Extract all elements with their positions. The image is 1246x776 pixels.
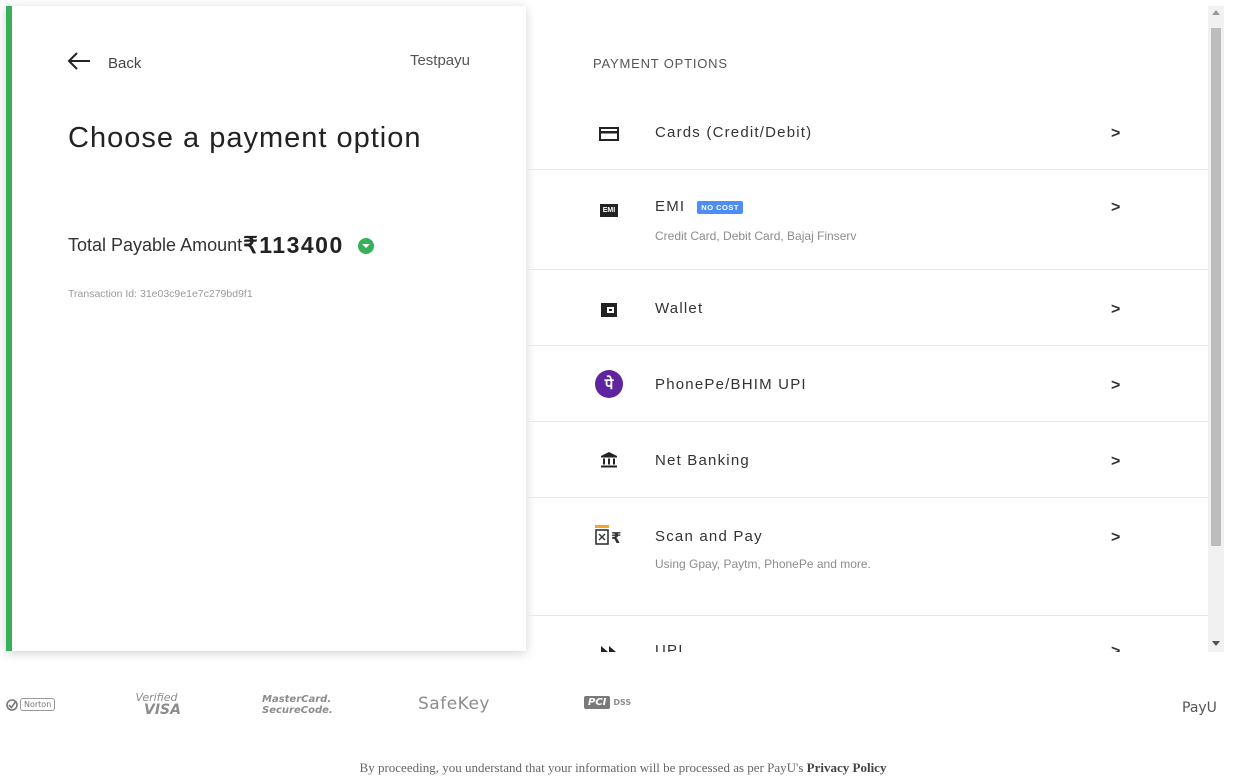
merchant-name: Testpayu (409, 52, 470, 69)
mastercard-securecode-logo: MasterCard. SecureCode. (262, 694, 333, 716)
option-label: Net Banking (655, 452, 750, 469)
option-label: UPI (655, 642, 684, 652)
chevron-right-icon: > (1111, 301, 1121, 318)
verified-by-visa-logo: Verified VISA (135, 691, 181, 718)
option-phonepe[interactable]: पे PhonePe/BHIM UPI > (527, 346, 1208, 422)
chevron-right-icon: > (1111, 377, 1121, 394)
chevron-right-icon: > (1111, 199, 1121, 216)
chevron-right-icon: > (1111, 529, 1121, 546)
option-label: Wallet (655, 300, 704, 317)
option-label: Scan and Pay (655, 528, 763, 545)
payment-options-panel: PAYMENT OPTIONS Cards (Credit/Debit) > E… (527, 0, 1208, 652)
option-upi[interactable]: UPI > (527, 616, 1208, 652)
option-label: Cards (Credit/Debit) (655, 124, 813, 141)
back-button[interactable]: Back (66, 50, 141, 77)
option-cards[interactable]: Cards (Credit/Debit) > (527, 96, 1208, 170)
back-label: Back (108, 55, 142, 72)
scroll-down-arrow-icon[interactable] (1212, 641, 1220, 646)
order-summary-panel: Back Testpayu Choose a payment option To… (6, 6, 526, 651)
security-logos: Norton Verified VISA MasterCard. SecureC… (0, 690, 1246, 730)
scrollbar-thumb[interactable] (1211, 28, 1221, 546)
card-icon (597, 122, 621, 146)
no-cost-badge: NO COST (697, 200, 743, 214)
transaction-id: Transaction Id: 31e03c9e1e7c279bd9f1 (68, 288, 253, 300)
option-subtitle: Credit Card, Debit Card, Bajaj Finserv (655, 229, 857, 243)
scrollbar[interactable] (1208, 6, 1224, 652)
norton-logo: Norton (6, 698, 56, 711)
page-title: Choose a payment option (68, 122, 422, 154)
payu-logo: PayU (1182, 700, 1217, 716)
chevron-right-icon: > (1111, 643, 1121, 652)
option-wallet[interactable]: Wallet > (527, 270, 1208, 346)
svg-text:₹: ₹ (611, 529, 621, 547)
bank-icon (597, 448, 621, 472)
amount-row: Total Payable Amount ₹113400 (68, 232, 374, 259)
emi-icon: EMI (597, 198, 621, 222)
safekey-logo: SafeKey (418, 694, 490, 714)
chevron-right-icon: > (1111, 125, 1121, 142)
wallet-icon (597, 298, 621, 322)
payment-options-title: PAYMENT OPTIONS (593, 56, 728, 71)
chevron-down-icon[interactable] (357, 237, 374, 254)
amount-label: Total Payable Amount (68, 235, 243, 255)
option-scan-and-pay[interactable]: ₹ Scan and Pay Using Gpay, Paytm, PhoneP… (527, 498, 1208, 616)
option-emi[interactable]: EMI EMI NO COST Credit Card, Debit Card, … (527, 170, 1208, 270)
upi-icon (597, 640, 621, 652)
arrow-left-icon (66, 50, 92, 77)
privacy-consent: By proceeding, you understand that your … (359, 760, 887, 775)
qr-rupee-icon: ₹ (595, 524, 625, 548)
option-label: EMI NO COST (655, 198, 743, 215)
option-subtitle: Using Gpay, Paytm, PhonePe and more. (655, 557, 871, 571)
phonepe-icon: पे (595, 370, 623, 398)
option-net-banking[interactable]: Net Banking > (527, 422, 1208, 498)
privacy-policy-link[interactable]: Privacy Policy (807, 760, 887, 775)
scroll-up-arrow-icon[interactable] (1212, 10, 1220, 15)
pci-dss-logo: PCI DSS (584, 696, 631, 709)
amount-value: ₹113400 (243, 232, 344, 258)
chevron-right-icon: > (1111, 453, 1121, 470)
option-label: PhonePe/BHIM UPI (655, 376, 807, 393)
